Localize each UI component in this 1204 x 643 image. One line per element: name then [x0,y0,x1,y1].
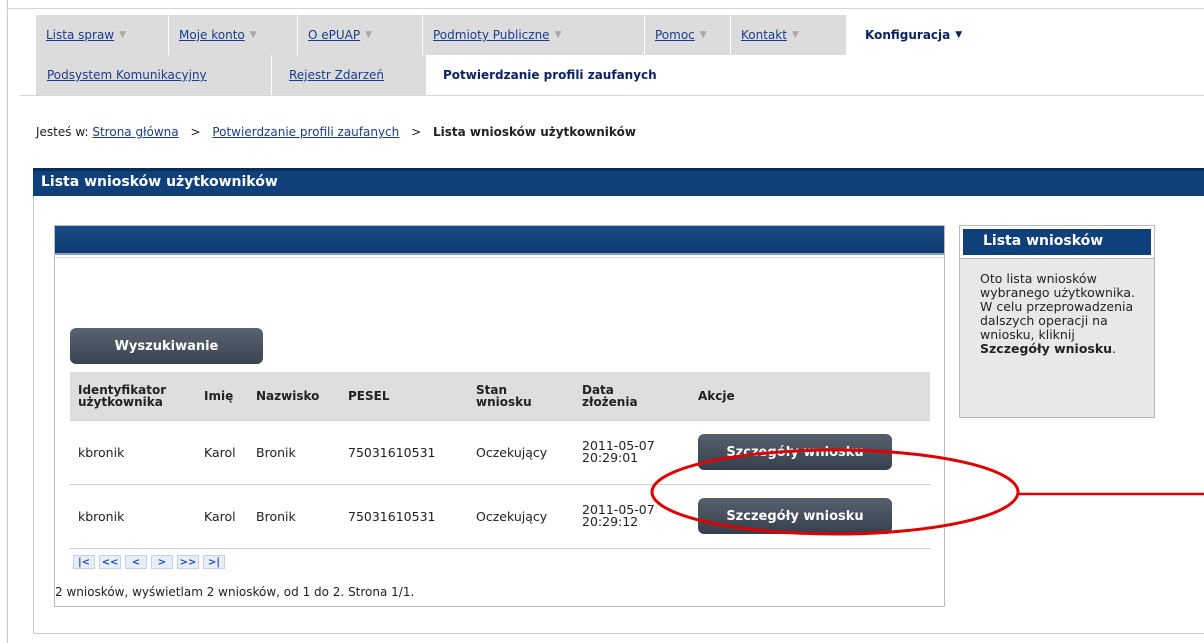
subnav-rejestr-zdarzen[interactable]: Rejestr Zdarzeń [272,55,427,95]
prev-page-group-icon[interactable]: << [99,555,121,569]
chevron-down-icon: ▼ [554,30,562,40]
chevron-down-icon: ▼ [791,30,799,40]
panel-body: Wyszukiwanie Identyfikator użytkownika Im… [55,257,944,606]
nav-tab-label: Pomoc [655,28,695,42]
column-header-date[interactable]: Data złożenia [574,372,690,420]
nav-tab-podmioty-publiczne[interactable]: Podmioty Publiczne ▼ [423,15,645,55]
primary-nav: Lista spraw ▼ Moje konto ▼ O ePUAP ▼ Podmio… [36,15,997,55]
cell-date-time: 20:29:01 [582,450,639,465]
prev-page-icon[interactable]: < [125,555,147,569]
nav-tab-konfiguracja[interactable]: Konfiguracja ▼ [847,15,997,55]
chevron-down-icon: ▼ [365,30,373,40]
breadcrumb-separator: > [190,125,201,139]
help-box: Lista wniosków Oto lista wniosków wybran… [959,225,1155,418]
cell-actions: Szczegóły wniosku [690,419,930,484]
nav-tab-label: Moje konto [179,28,245,42]
nav-tab-lista-spraw[interactable]: Lista spraw ▼ [36,15,169,55]
cell-pesel: 75031610531 [340,483,468,548]
nav-tab-moje-konto[interactable]: Moje konto ▼ [169,15,298,55]
chevron-down-icon: ▼ [119,30,127,40]
cell-date: 2011-05-07 20:29:12 [574,483,690,548]
cell-user-id: kbronik [70,419,196,484]
subnav-podsystem-komunikacyjny[interactable]: Podsystem Komunikacyjny [36,55,272,95]
nav-tab-label: O ePUAP [308,28,361,42]
nav-tab-label: Konfiguracja [865,28,951,42]
column-header-last-name[interactable]: Nazwisko [248,372,340,420]
subnav-label: Rejestr Zdarzeń [289,68,385,82]
column-header-status[interactable]: Stan wniosku [468,372,574,420]
subnav-label: Potwierdzanie profili zaufanych [443,68,657,82]
nav-divider [20,95,1204,96]
next-page-icon[interactable]: > [151,555,173,569]
column-header-user-id[interactable]: Identyfikator użytkownika [70,372,196,420]
top-border [7,8,1204,9]
results-panel: Wyszukiwanie Identyfikator użytkownika Im… [54,225,945,607]
cell-user-id: kbronik [70,483,196,548]
subnav-label: Podsystem Komunikacyjny [47,68,207,82]
last-page-icon[interactable]: >| [203,555,225,569]
nav-tab-o-epuap[interactable]: O ePUAP ▼ [298,15,423,55]
breadcrumb-current: Lista wniosków użytkowników [432,125,636,139]
cell-date-time: 20:29:12 [582,514,639,529]
cell-last-name: Bronik [248,483,340,548]
nav-tab-label: Podmioty Publiczne [433,28,550,42]
request-details-button[interactable]: Szczegóły wniosku [698,434,892,470]
nav-tab-label: Lista spraw [46,28,115,42]
chevron-down-icon: ▼ [699,30,707,40]
page-title: Lista wniosków użytkowników [33,168,1204,196]
cell-first-name: Karol [196,419,248,484]
cell-actions: Szczegóły wniosku [690,483,930,548]
help-box-body: Oto lista wniosków wybranego użytkownika… [980,271,1136,342]
search-button[interactable]: Wyszukiwanie [70,328,263,364]
breadcrumb: Jesteś w: Strona główna > Potwierdzanie … [36,125,636,139]
cell-status: Oczekujący [468,419,574,484]
help-box-text: Oto lista wniosków wybranego użytkownika… [960,258,1154,356]
cell-last-name: Bronik [248,419,340,484]
subnav-potwierdzanie-profili[interactable]: Potwierdzanie profili zaufanych [427,55,732,95]
cell-date: 2011-05-07 20:29:01 [574,419,690,484]
table-row: kbronik Karol Bronik 75031610531 Oczekuj… [70,419,930,484]
pagination: |< << < > >> >| [73,555,225,569]
secondary-nav: Podsystem Komunikacyjny Rejestr Zdarzeń … [36,55,732,95]
column-header-pesel[interactable]: PESEL [340,372,468,420]
nav-tab-pomoc[interactable]: Pomoc ▼ [645,15,731,55]
request-details-button[interactable]: Szczegóły wniosku [698,498,892,534]
requests-table: Identyfikator użytkownika Imię Nazwisko P… [70,372,930,549]
column-header-first-name[interactable]: Imię [196,372,248,420]
help-box-emphasis: Szczegóły wniosku [980,341,1113,356]
cell-status: Oczekujący [468,483,574,548]
breadcrumb-prefix: Jesteś w: [36,125,89,139]
breadcrumb-section-link[interactable]: Potwierdzanie profili zaufanych [212,125,399,139]
help-box-title: Lista wniosków [959,225,1155,259]
cell-first-name: Karol [196,483,248,548]
nav-tab-kontakt[interactable]: Kontakt ▼ [731,15,847,55]
chevron-down-icon: ▼ [249,30,257,40]
first-page-icon[interactable]: |< [73,555,95,569]
cell-pesel: 75031610531 [340,419,468,484]
table-row: kbronik Karol Bronik 75031610531 Oczekuj… [70,483,930,548]
panel-header [55,226,944,255]
chevron-down-icon: ▼ [955,30,963,40]
pagination-summary: 2 wniosków, wyświetlam 2 wniosków, od 1 … [55,585,415,599]
column-header-actions: Akcje [690,372,930,420]
left-border [7,0,8,643]
breadcrumb-separator: > [411,125,422,139]
next-page-group-icon[interactable]: >> [177,555,199,569]
help-box-suffix: . [1112,341,1117,356]
breadcrumb-home-link[interactable]: Strona główna [92,125,178,139]
nav-tab-label: Kontakt [741,28,787,42]
